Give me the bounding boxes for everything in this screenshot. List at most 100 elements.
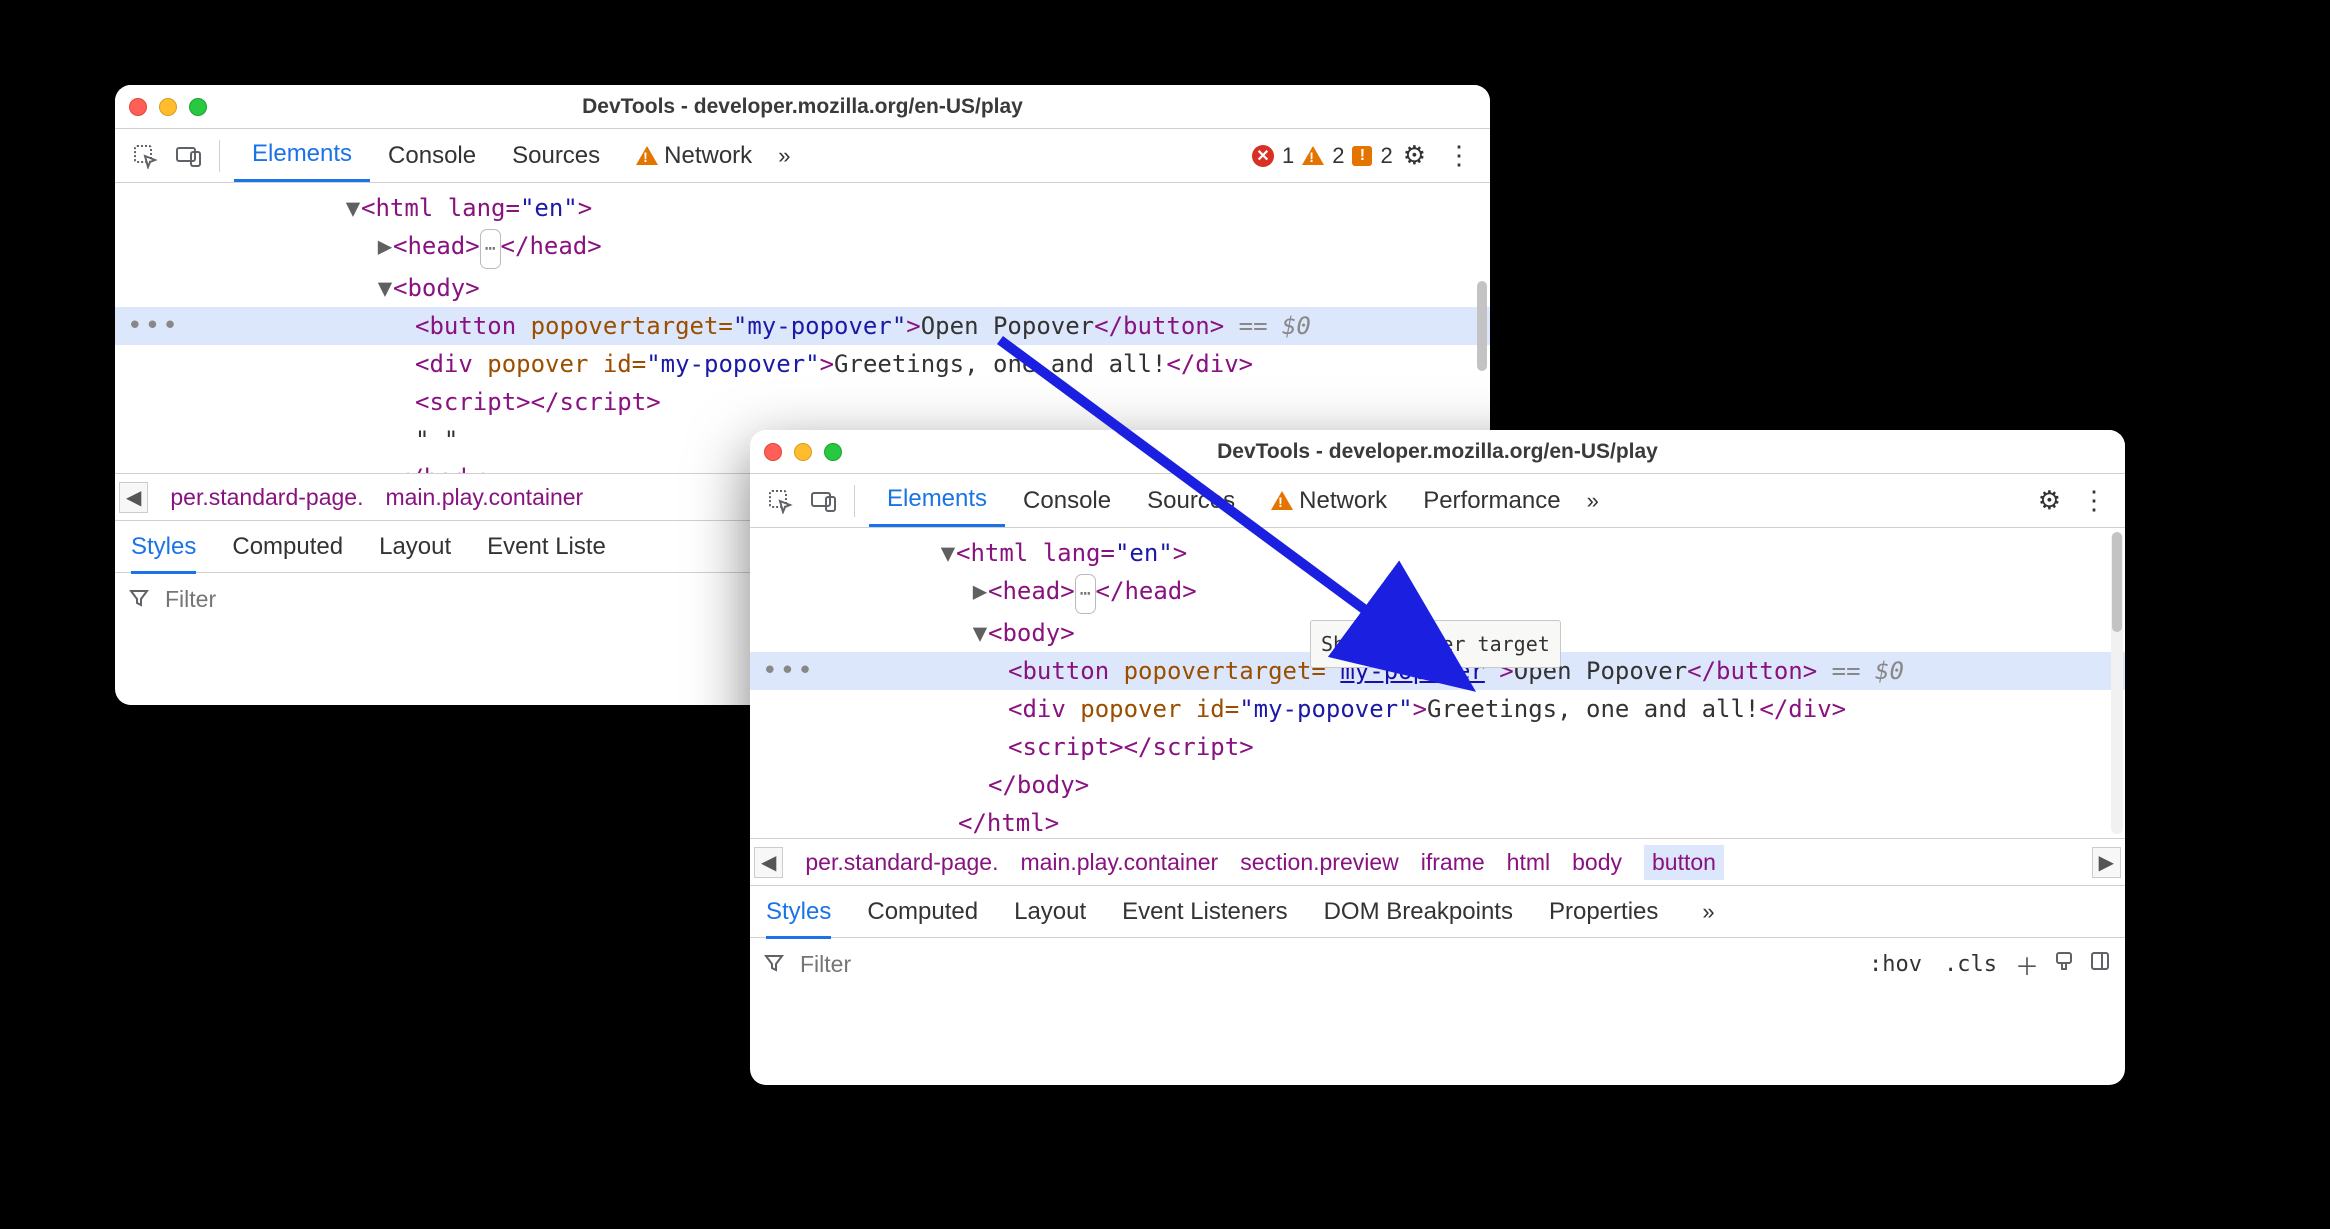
ellipsis-icon[interactable]: ⋯ bbox=[480, 229, 501, 269]
minimize-icon[interactable] bbox=[794, 443, 812, 461]
inspect-icon[interactable] bbox=[762, 483, 798, 519]
dom-node-selected[interactable]: •••<button popovertarget="my-popover">Op… bbox=[115, 307, 1490, 345]
minimize-icon[interactable] bbox=[159, 98, 177, 116]
breadcrumb-item[interactable]: iframe bbox=[1421, 849, 1485, 876]
kebab-menu-icon[interactable]: ⋮ bbox=[2071, 485, 2117, 516]
breadcrumb-item[interactable]: body bbox=[1572, 849, 1622, 876]
zoom-icon[interactable] bbox=[824, 443, 842, 461]
chevron-left-icon[interactable]: ◀ bbox=[119, 482, 148, 513]
main-toolbar: Elements Console Sources ! Network » ✕1 … bbox=[115, 129, 1490, 183]
hov-toggle[interactable]: :hov bbox=[1865, 952, 1926, 977]
kebab-menu-icon[interactable]: ⋮ bbox=[1436, 140, 1482, 171]
subtab-computed[interactable]: Computed bbox=[232, 533, 343, 561]
tab-network[interactable]: ! Network bbox=[1253, 474, 1405, 527]
titlebar: DevTools - developer.mozilla.org/en-US/p… bbox=[115, 85, 1490, 129]
devtools-window-2: DevTools - developer.mozilla.org/en-US/p… bbox=[750, 430, 2125, 1085]
warning-icon: ! bbox=[1271, 491, 1293, 510]
chevron-right-icon[interactable]: ▶ bbox=[2092, 847, 2121, 878]
info-icon: ! bbox=[1352, 146, 1372, 166]
tab-performance[interactable]: Performance bbox=[1405, 474, 1578, 527]
dom-node[interactable]: <div popover id="my-popover">Greetings, … bbox=[115, 345, 1490, 383]
breadcrumb-item[interactable]: main.play.container bbox=[1020, 849, 1218, 876]
window-title: DevTools - developer.mozilla.org/en-US/p… bbox=[750, 440, 2125, 464]
dom-node[interactable]: ▶<head>⋯</head> bbox=[750, 572, 2125, 614]
subtab-event-listeners[interactable]: Event Listeners bbox=[1122, 898, 1287, 926]
dom-node[interactable]: ▼<body> bbox=[115, 269, 1490, 307]
dom-node[interactable]: ▶<head>⋯</head> bbox=[115, 227, 1490, 269]
dom-tree[interactable]: ▼<html lang="en"> ▶<head>⋯</head> ▼<body… bbox=[750, 528, 2125, 838]
tab-sources[interactable]: Sources bbox=[1129, 474, 1253, 527]
subtab-properties[interactable]: Properties bbox=[1549, 898, 1658, 926]
breadcrumb-item[interactable]: html bbox=[1507, 849, 1550, 876]
filter-row: :hov .cls ＋ bbox=[750, 938, 2125, 990]
device-toggle-icon[interactable] bbox=[806, 483, 842, 519]
subtab-dom-breakpoints[interactable]: DOM Breakpoints bbox=[1324, 898, 1513, 926]
chevron-left-icon[interactable]: ◀ bbox=[754, 847, 783, 878]
breadcrumb-item[interactable]: per.standard-page. bbox=[170, 484, 363, 511]
close-icon[interactable] bbox=[129, 98, 147, 116]
ellipsis-icon[interactable]: ⋯ bbox=[1075, 574, 1096, 614]
subtab-layout[interactable]: Layout bbox=[379, 533, 451, 561]
subtab-styles[interactable]: Styles bbox=[766, 898, 831, 939]
dom-node[interactable]: </body> bbox=[750, 766, 2125, 804]
breadcrumb-item[interactable]: per.standard-page. bbox=[805, 849, 998, 876]
issue-counts[interactable]: ✕1 !2 !2 bbox=[1252, 143, 1393, 169]
more-tabs-icon[interactable]: » bbox=[770, 143, 798, 169]
tab-elements[interactable]: Elements bbox=[234, 129, 370, 182]
main-toolbar: Elements Console Sources ! Network Perfo… bbox=[750, 474, 2125, 528]
divider bbox=[219, 140, 220, 172]
window-title: DevTools - developer.mozilla.org/en-US/p… bbox=[115, 95, 1490, 119]
dom-node[interactable]: <script></script> bbox=[115, 383, 1490, 421]
tab-sources[interactable]: Sources bbox=[494, 129, 618, 182]
tab-network-label: Network bbox=[1299, 487, 1387, 515]
breadcrumb-item[interactable]: section.preview bbox=[1240, 849, 1399, 876]
breadcrumb-item[interactable]: main.play.container bbox=[385, 484, 583, 511]
scrollbar[interactable] bbox=[2111, 532, 2123, 834]
filter-icon bbox=[129, 586, 149, 613]
titlebar: DevTools - developer.mozilla.org/en-US/p… bbox=[750, 430, 2125, 474]
divider bbox=[854, 485, 855, 517]
traffic-lights bbox=[129, 98, 207, 116]
tooltip: Show popover target bbox=[1310, 620, 1561, 668]
warning-count: 2 bbox=[1332, 143, 1344, 169]
settings-icon[interactable]: ⚙ bbox=[1393, 140, 1436, 171]
zoom-icon[interactable] bbox=[189, 98, 207, 116]
panel-tabs: Elements Console Sources ! Network bbox=[234, 129, 770, 182]
error-count: 1 bbox=[1282, 143, 1294, 169]
cls-toggle[interactable]: .cls bbox=[1940, 952, 2001, 977]
dom-node[interactable]: <script></script> bbox=[750, 728, 2125, 766]
ellipsis-icon[interactable]: ••• bbox=[762, 652, 815, 690]
subtab-styles[interactable]: Styles bbox=[131, 533, 196, 574]
inspect-icon[interactable] bbox=[127, 138, 163, 174]
dom-node[interactable]: ▼<html lang="en"> bbox=[750, 534, 2125, 572]
tab-network-label: Network bbox=[664, 142, 752, 170]
settings-icon[interactable]: ⚙ bbox=[2028, 485, 2071, 516]
tab-console[interactable]: Console bbox=[370, 129, 494, 182]
tab-network[interactable]: ! Network bbox=[618, 129, 770, 182]
styles-subtabs: Styles Computed Layout Event Listeners D… bbox=[750, 886, 2125, 938]
ellipsis-icon[interactable]: ••• bbox=[127, 307, 180, 345]
device-toggle-icon[interactable] bbox=[171, 138, 207, 174]
subtab-layout[interactable]: Layout bbox=[1014, 898, 1086, 926]
dom-node[interactable]: ▼<html lang="en"> bbox=[115, 189, 1490, 227]
filter-icon bbox=[764, 951, 784, 978]
tab-elements[interactable]: Elements bbox=[869, 474, 1005, 527]
dom-node[interactable]: </html> bbox=[750, 804, 2125, 838]
warning-icon: ! bbox=[1302, 146, 1324, 165]
dom-node[interactable]: <div popover id="my-popover">Greetings, … bbox=[750, 690, 2125, 728]
more-tabs-icon[interactable]: » bbox=[1579, 488, 1607, 514]
tab-console[interactable]: Console bbox=[1005, 474, 1129, 527]
panel-tabs: Elements Console Sources ! Network Perfo… bbox=[869, 474, 1579, 527]
error-icon: ✕ bbox=[1252, 145, 1274, 167]
breadcrumb[interactable]: ◀ per.standard-page. main.play.container… bbox=[750, 838, 2125, 886]
breadcrumb-item-selected[interactable]: button bbox=[1644, 845, 1724, 880]
more-tabs-icon[interactable]: » bbox=[1694, 899, 1722, 925]
warning-icon: ! bbox=[636, 146, 658, 165]
subtab-computed[interactable]: Computed bbox=[867, 898, 978, 926]
close-icon[interactable] bbox=[764, 443, 782, 461]
plus-icon[interactable]: ＋ bbox=[2015, 947, 2039, 982]
brush-icon[interactable] bbox=[2053, 950, 2075, 979]
subtab-event-listeners[interactable]: Event Liste bbox=[487, 533, 606, 561]
panel-toggle-icon[interactable] bbox=[2089, 950, 2111, 979]
filter-input[interactable] bbox=[798, 950, 1851, 979]
